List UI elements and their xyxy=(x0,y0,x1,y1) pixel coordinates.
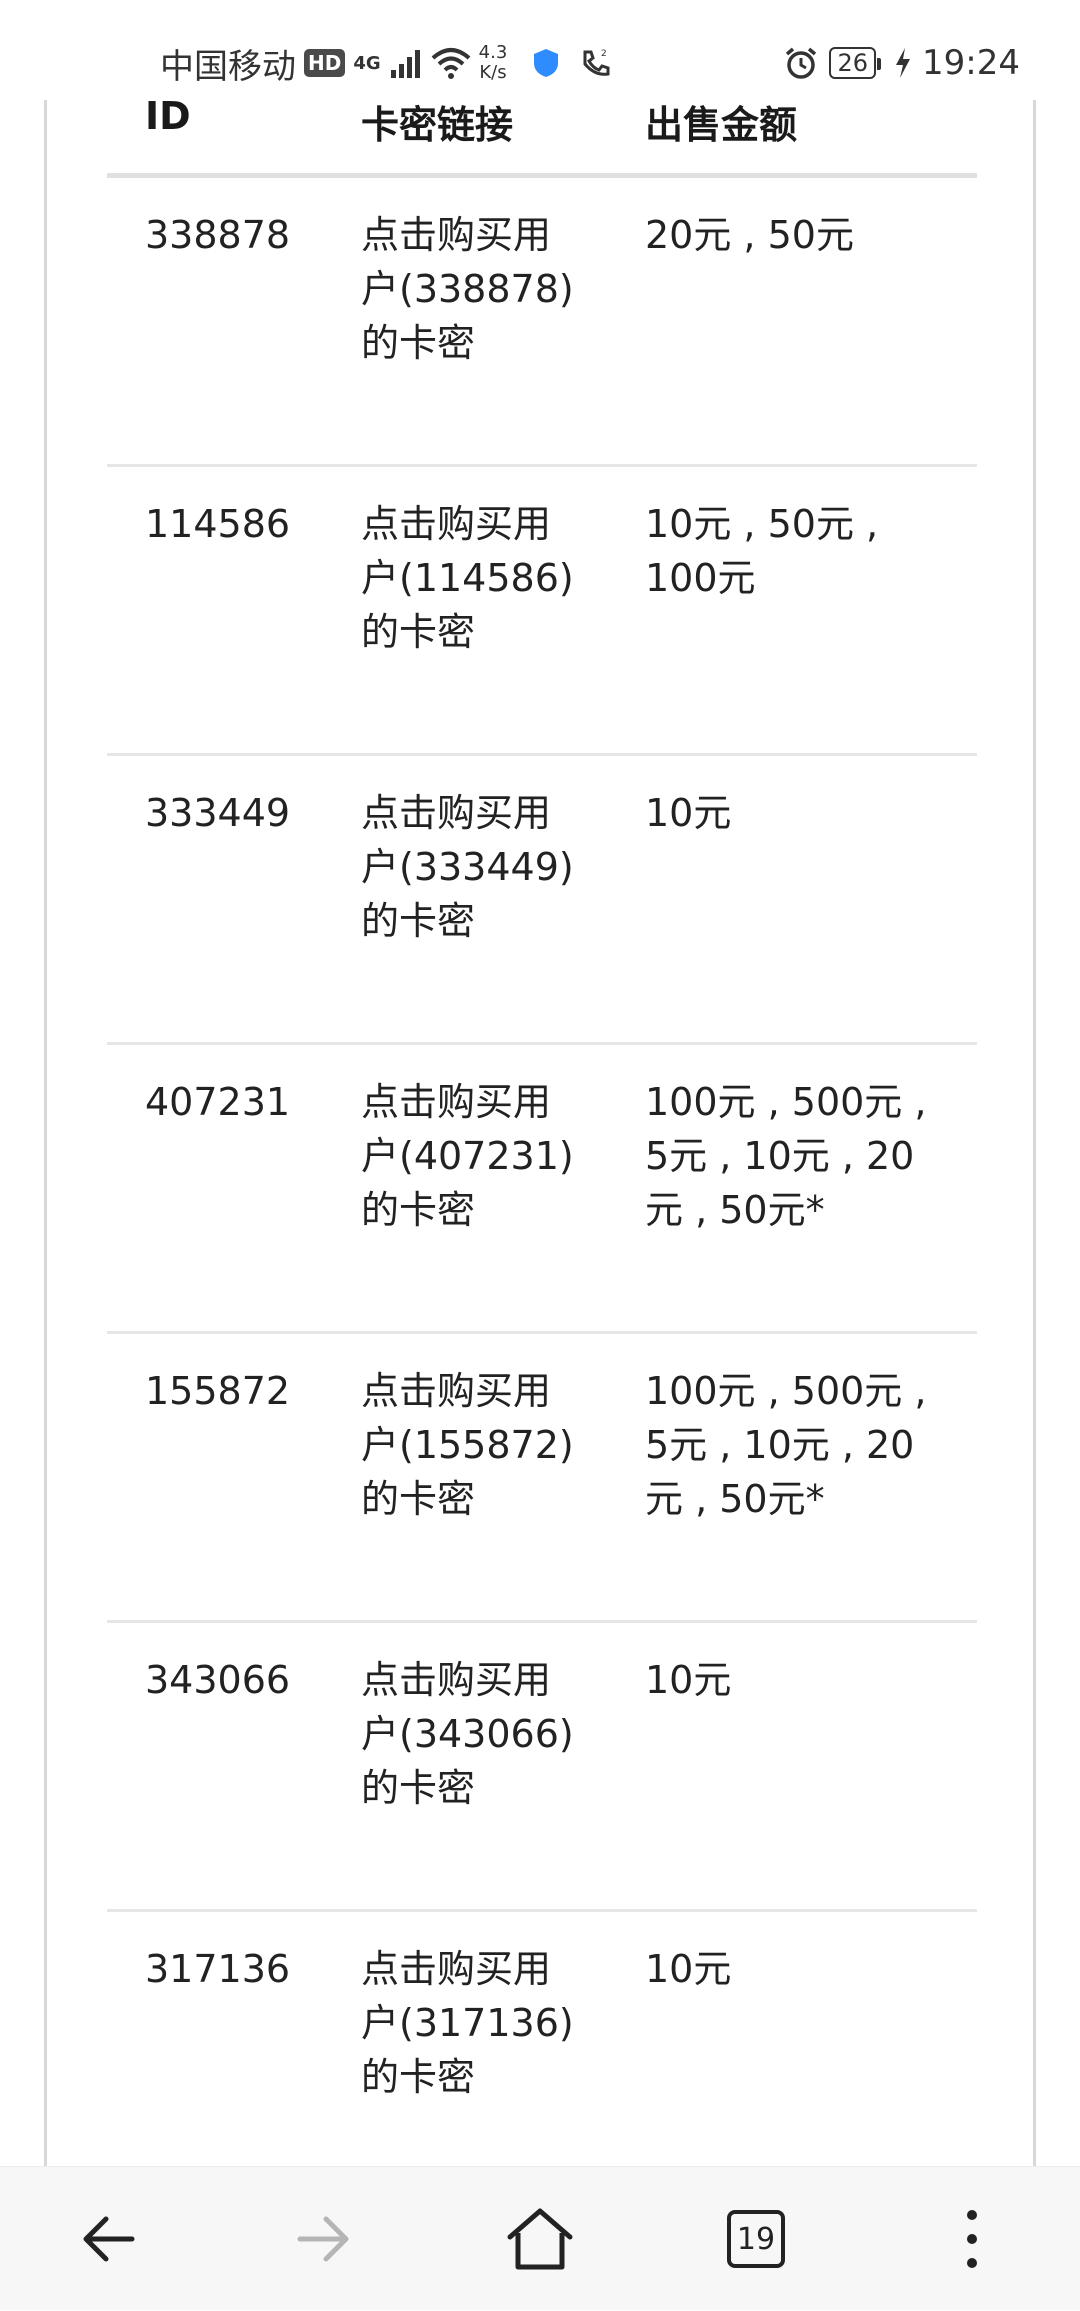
more-vertical-icon xyxy=(967,2210,977,2268)
purchase-link[interactable]: 点击购买用户(343066)的卡密 xyxy=(361,1653,601,1815)
purchase-link[interactable]: 点击购买用户(333449)的卡密 xyxy=(361,786,601,948)
row-amount: 10元 xyxy=(645,1947,732,1991)
forward-button[interactable] xyxy=(216,2167,432,2311)
purchase-link-text[interactable]: 点击购买用户(317136)的卡密 xyxy=(361,1942,583,2104)
home-button[interactable] xyxy=(432,2167,648,2311)
row-amount: 100元 , 500元 , 5元 , 10元 , 20元 , 50元* xyxy=(645,1369,927,1521)
row-id: 333449 xyxy=(145,791,291,835)
table-row: 407231 点击购买用户(407231)的卡密 100元 , 500元 , 5… xyxy=(107,1045,977,1334)
clock: 19:24 xyxy=(922,43,1020,83)
row-amount: 100元 , 500元 , 5元 , 10元 , 20元 , 50元* xyxy=(645,1080,927,1232)
speed-unit: K/s xyxy=(479,62,507,83)
row-id: 155872 xyxy=(145,1369,291,1413)
status-bar: 中国移动 HD 4G 4.3 K/s 2 26 19:24 xyxy=(0,0,1080,100)
forward-arrow-icon xyxy=(297,2216,349,2262)
tabs-icon: 19 xyxy=(727,2210,785,2268)
charging-icon xyxy=(896,48,911,78)
purchase-link-text[interactable]: 点击购买用户(407231)的卡密 xyxy=(361,1075,583,1237)
row-amount: 10元 , 50元 , 100元 xyxy=(645,502,879,600)
row-id: 343066 xyxy=(145,1658,291,1702)
table-row: 114586 点击购买用户(114586)的卡密 10元 , 50元 , 100… xyxy=(107,467,977,756)
table-row: 317136 点击购买用户(317136)的卡密 10元 xyxy=(107,1912,977,2166)
svg-text:2: 2 xyxy=(601,49,607,59)
status-right-group: 26 19:24 xyxy=(783,40,1020,86)
table-row: 338878 点击购买用户(338878)的卡密 20元 , 50元 xyxy=(107,178,977,467)
back-arrow-icon xyxy=(83,2216,135,2262)
status-left-group: 中国移动 HD 4G 4.3 K/s 2 xyxy=(160,40,613,87)
bottom-navigation-bar: 19 xyxy=(0,2166,1080,2310)
signal-icon xyxy=(390,50,420,78)
purchase-link-text[interactable]: 点击购买用户(343066)的卡密 xyxy=(361,1653,583,1815)
row-amount: 10元 xyxy=(645,1658,732,1702)
carrier-name: 中国移动 xyxy=(160,46,296,87)
network-type: 4G xyxy=(353,52,381,74)
purchase-link-text[interactable]: 点击购买用户(338878)的卡密 xyxy=(361,208,583,370)
back-button[interactable] xyxy=(0,2167,216,2311)
row-id: 317136 xyxy=(145,1947,291,1991)
home-icon xyxy=(507,2208,573,2270)
purchase-link-text[interactable]: 点击购买用户(114586)的卡密 xyxy=(361,497,583,659)
purchase-link[interactable]: 点击购买用户(317136)的卡密 xyxy=(361,1942,601,2104)
more-menu-button[interactable] xyxy=(864,2167,1080,2311)
speed-value: 4.3 xyxy=(478,42,508,63)
row-amount: 20元 , 50元 xyxy=(645,213,854,257)
row-id: 114586 xyxy=(145,502,291,546)
hd-badge: HD xyxy=(304,49,346,77)
page-content[interactable]: ID 卡密链接 出售金额 338878 点击购买用户(338878)的卡密 20… xyxy=(44,100,1036,2166)
table-body: 338878 点击购买用户(338878)的卡密 20元 , 50元 11458… xyxy=(107,178,977,2166)
header-link: 卡密链接 xyxy=(361,103,514,147)
table-row: 333449 点击购买用户(333449)的卡密 10元 xyxy=(107,756,977,1045)
wifi-icon xyxy=(431,48,470,79)
row-id: 338878 xyxy=(145,213,291,257)
purchase-link[interactable]: 点击购买用户(338878)的卡密 xyxy=(361,208,601,370)
alarm-icon xyxy=(786,47,817,79)
battery-indicator: 26 xyxy=(829,47,881,79)
table-row: 155872 点击购买用户(155872)的卡密 100元 , 500元 , 5… xyxy=(107,1334,977,1623)
purchase-link[interactable]: 点击购买用户(407231)的卡密 xyxy=(361,1075,601,1237)
row-id: 407231 xyxy=(145,1080,291,1124)
purchase-link[interactable]: 点击购买用户(114586)的卡密 xyxy=(361,497,601,659)
shield-icon xyxy=(534,49,559,77)
purchase-link-text[interactable]: 点击购买用户(333449)的卡密 xyxy=(361,786,583,948)
row-amount: 10元 xyxy=(645,791,732,835)
table-header: ID 卡密链接 出售金额 xyxy=(107,100,977,178)
hd-call-icon: 2 xyxy=(583,49,610,76)
tabs-button[interactable]: 19 xyxy=(648,2167,864,2311)
table-row: 343066 点击购买用户(343066)的卡密 10元 xyxy=(107,1623,977,1912)
network-speed: 4.3 K/s xyxy=(479,43,508,83)
header-id: ID xyxy=(145,100,191,138)
purchase-link-text[interactable]: 点击购买用户(155872)的卡密 xyxy=(361,1364,583,1526)
header-amount: 出售金额 xyxy=(645,103,798,147)
purchase-link[interactable]: 点击购买用户(155872)的卡密 xyxy=(361,1364,601,1526)
